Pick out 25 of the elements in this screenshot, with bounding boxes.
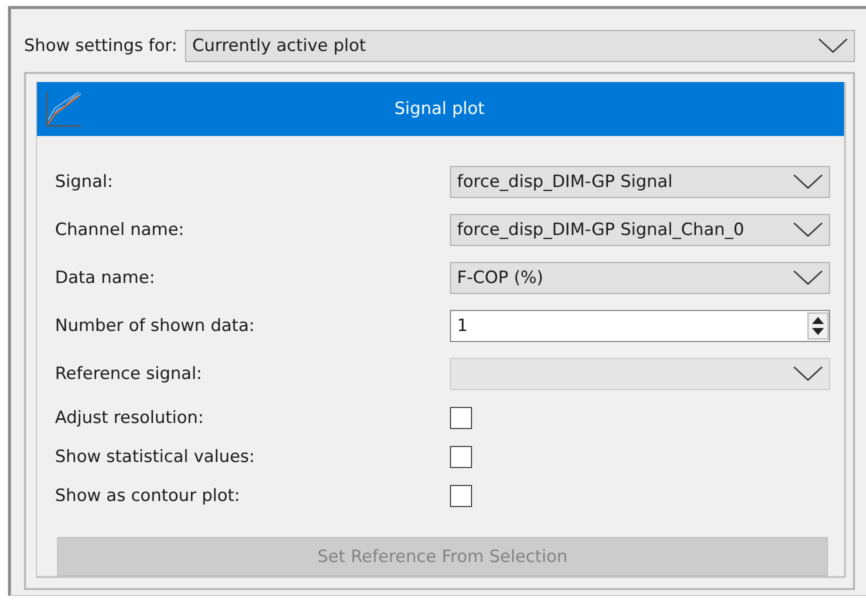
chevron-down-icon xyxy=(793,366,823,382)
field-label: Channel name: xyxy=(55,220,186,240)
settings-label: Show settings for: xyxy=(24,36,178,56)
number-field[interactable]: 1 xyxy=(450,310,830,342)
panel-title: Signal plot xyxy=(393,99,486,119)
field-label: Number of shown data: xyxy=(55,316,256,336)
dropdown[interactable]: F-COP (%) xyxy=(450,262,830,294)
field-label: Signal: xyxy=(55,172,114,192)
chevron-down-icon xyxy=(818,38,848,54)
field-label: Data name: xyxy=(55,268,156,288)
chevron-down-icon xyxy=(793,270,823,286)
plot-dropdown[interactable]: Currently active plot xyxy=(185,30,855,62)
checkbox-label: Show statistical values: xyxy=(55,446,256,466)
checkbox-label: Adjust resolution: xyxy=(55,408,205,428)
chevron-down-icon xyxy=(793,174,823,190)
spin-arrows-icon[interactable] xyxy=(807,312,829,340)
chevron-down-icon xyxy=(793,222,823,238)
dropdown[interactable]: force_disp_DIM-GP Signal_Chan_0 xyxy=(450,214,830,246)
line-chart-icon xyxy=(45,90,83,128)
field-label: Reference signal: xyxy=(55,364,204,384)
checkbox[interactable] xyxy=(450,406,472,428)
checkbox-label: Show as contour plot: xyxy=(55,486,242,506)
checkbox[interactable] xyxy=(450,446,472,468)
dropdown[interactable]: force_disp_DIM-GP Signal xyxy=(450,166,830,198)
checkbox[interactable] xyxy=(450,484,472,506)
